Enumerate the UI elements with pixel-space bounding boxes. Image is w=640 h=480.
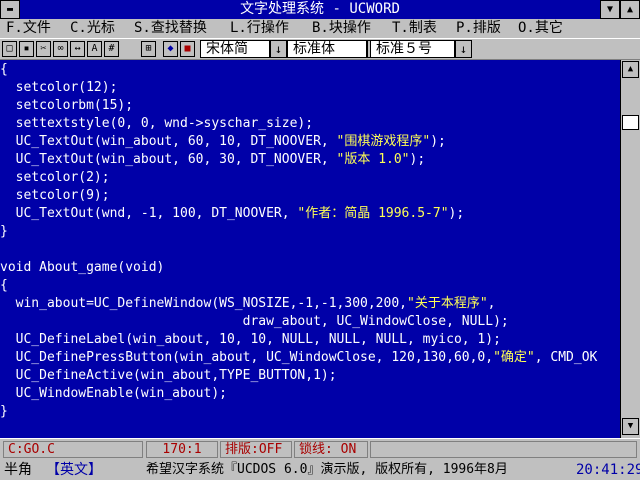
- ime-lang[interactable]: 【英文】: [46, 460, 102, 480]
- font-style-select[interactable]: 标准体: [287, 40, 367, 58]
- code-text: setcolor(9);: [0, 188, 110, 203]
- menu-line-ops[interactable]: L.行操作: [230, 19, 289, 38]
- status-file: C:GO.C: [3, 441, 143, 458]
- code-line: UC_DefinePressButton(win_about, UC_Windo…: [0, 349, 598, 367]
- code-text: setcolorbm(15);: [0, 98, 134, 113]
- scroll-thumb[interactable]: [622, 115, 639, 130]
- code-text: UC_TextOut(win_about, 60, 30, DT_NOOVER,: [0, 152, 337, 167]
- string-literal: "确定": [493, 350, 535, 365]
- vertical-scrollbar[interactable]: ▲ ▼: [620, 60, 640, 438]
- code-text: setcolor(2);: [0, 170, 110, 185]
- code-text: UC_DefineLabel(win_about, 10, 10, NULL, …: [0, 332, 501, 347]
- font-size-select[interactable]: 标准５号: [370, 40, 455, 58]
- code-text: {: [0, 62, 8, 77]
- code-line: setcolorbm(15);: [0, 97, 133, 115]
- ime-bar: 半角 【英文】 希望汉字系统『UCDOS 6.0』演示版, 版权所有, 1996…: [0, 460, 640, 480]
- code-text: }: [0, 404, 8, 419]
- code-line: win_about=UC_DefineWindow(WS_NOSIZE,-1,-…: [0, 295, 496, 313]
- code-text: setcolor(12);: [0, 80, 118, 95]
- code-line: UC_DefineActive(win_about,TYPE_BUTTON,1)…: [0, 367, 337, 385]
- maximize-button[interactable]: ▲: [620, 0, 640, 19]
- menu-file[interactable]: F.文件: [6, 19, 51, 38]
- string-literal: "版本 1.0": [336, 152, 410, 167]
- scroll-down-icon[interactable]: ▼: [622, 418, 639, 435]
- code-line: {: [0, 277, 8, 295]
- code-text: UC_WindowEnable(win_about);: [0, 386, 227, 401]
- code-line: }: [0, 403, 8, 421]
- code-text: ,: [487, 296, 496, 311]
- status-bar: C:GO.C 170:1 排版:OFF 锁线: ON: [0, 438, 640, 460]
- code-text: );: [430, 134, 446, 149]
- code-editor[interactable]: { setcolor(12); setcolorbm(15); settexts…: [0, 60, 620, 438]
- title-bar: ▬ 文字处理系统 - UCWORD ▼ ▲: [0, 0, 640, 19]
- mark-icon[interactable]: ■: [180, 41, 195, 57]
- toolbar: □ ▪ ✂ ∞ ↔ A # ⊞ ◆ ■ 宋体简 ↓ 标准体 ↓ 标准５号 ↓: [0, 38, 640, 60]
- menu-bar: F.文件 C.光标 S.查找替换 L.行操作 B.块操作 T.制表 P.排版 O…: [0, 19, 640, 38]
- string-literal: "作者：简晶 1996.5-7": [297, 206, 449, 221]
- menu-table[interactable]: T.制表: [392, 19, 437, 38]
- grid-icon[interactable]: #: [104, 41, 119, 57]
- status-layout: 排版:OFF: [220, 441, 292, 458]
- find-replace-icon[interactable]: ↔: [70, 41, 85, 57]
- code-text: );: [409, 152, 426, 167]
- code-text: void About_game(void): [0, 260, 165, 275]
- system-banner: 希望汉字系统『UCDOS 6.0』演示版, 版权所有, 1996年8月: [146, 462, 508, 477]
- color-icon[interactable]: ◆: [163, 41, 178, 57]
- string-literal: "围棋游戏程序": [336, 134, 431, 149]
- code-line: UC_TextOut(wnd, -1, 100, DT_NOOVER, "作者：…: [0, 205, 465, 223]
- clock: 20:41:29: [576, 462, 640, 478]
- minimize-button[interactable]: ▼: [600, 0, 620, 19]
- code-line: {: [0, 61, 8, 79]
- font-size-dropdown-icon[interactable]: ↓: [455, 40, 472, 58]
- menu-block-ops[interactable]: B.块操作: [312, 19, 371, 38]
- scroll-up-icon[interactable]: ▲: [622, 61, 639, 78]
- status-position: 170:1: [146, 441, 218, 458]
- table-icon[interactable]: ⊞: [141, 41, 156, 57]
- code-text: UC_DefineActive(win_about,TYPE_BUTTON,1)…: [0, 368, 337, 383]
- code-text: {: [0, 278, 8, 293]
- code-text: settextstyle(0, 0, wnd->syschar_size);: [0, 116, 314, 131]
- menu-layout[interactable]: P.排版: [456, 19, 501, 38]
- string-literal: "关于本程序": [407, 296, 488, 311]
- new-icon[interactable]: □: [2, 41, 17, 57]
- font-face-select[interactable]: 宋体简: [200, 40, 270, 58]
- font-icon[interactable]: A: [87, 41, 102, 57]
- code-line: UC_TextOut(win_about, 60, 30, DT_NOOVER,…: [0, 151, 426, 169]
- status-message: [370, 441, 637, 458]
- code-line: UC_WindowEnable(win_about);: [0, 385, 227, 403]
- code-text: UC_TextOut(win_about, 60, 10, DT_NOOVER,: [0, 134, 337, 149]
- code-text: );: [448, 206, 465, 221]
- menu-other[interactable]: O.其它: [518, 19, 563, 38]
- code-line: }: [0, 223, 8, 241]
- code-text: win_about=UC_DefineWindow(WS_NOSIZE,-1,-…: [0, 296, 407, 311]
- code-text: UC_TextOut(wnd, -1, 100, DT_NOOVER,: [0, 206, 298, 221]
- code-text: UC_DefinePressButton(win_about, UC_Windo…: [0, 350, 494, 365]
- code-text: }: [0, 224, 8, 239]
- code-line: settextstyle(0, 0, wnd->syschar_size);: [0, 115, 313, 133]
- ime-width[interactable]: 半角: [4, 460, 32, 480]
- code-line: UC_DefineLabel(win_about, 10, 10, NULL, …: [0, 331, 501, 349]
- window-title: 文字处理系统 - UCWORD: [240, 1, 400, 17]
- menu-find-replace[interactable]: S.查找替换: [134, 19, 207, 38]
- binoculars-icon[interactable]: ∞: [53, 41, 68, 57]
- cut-icon[interactable]: ✂: [36, 41, 51, 57]
- code-line: UC_TextOut(win_about, 60, 10, DT_NOOVER,…: [0, 133, 446, 151]
- save-icon[interactable]: ▪: [19, 41, 34, 57]
- code-line: setcolor(9);: [0, 187, 110, 205]
- code-text: draw_about, UC_WindowClose, NULL);: [0, 314, 509, 329]
- code-line: setcolor(12);: [0, 79, 118, 97]
- menu-cursor[interactable]: C.光标: [70, 19, 115, 38]
- font-face-dropdown-icon[interactable]: ↓: [270, 40, 287, 58]
- code-line: setcolor(2);: [0, 169, 110, 187]
- code-line: draw_about, UC_WindowClose, NULL);: [0, 313, 509, 331]
- code-line: void About_game(void): [0, 259, 164, 277]
- code-text: , CMD_OK: [534, 350, 598, 365]
- status-lock: 锁线: ON: [294, 441, 368, 458]
